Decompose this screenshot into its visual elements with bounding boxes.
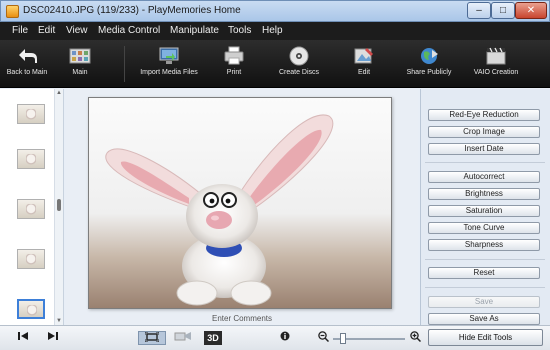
scroll-up-arrow-icon[interactable]: ▲ [56,90,62,96]
import-media-files-label: Import Media Files [140,69,198,76]
saturation-button[interactable]: Saturation [428,205,540,217]
edit-label: Edit [357,69,371,76]
thumbnail-item-selected[interactable] [17,299,45,319]
vaio-creation-label: VAIO Creation [473,69,519,76]
tone-curve-button[interactable]: Tone Curve [428,222,540,234]
edit-pencil-icon [354,48,373,64]
title-bar: DSC02410.JPG (119/233) - PlayMemories Ho… [0,0,550,22]
bottom-toolbar: 3D Hide Edit Tools [0,325,550,350]
window-title: DSC02410.JPG (119/233) - PlayMemories Ho… [23,5,241,16]
enter-comments-field[interactable]: Enter Comments [66,314,418,323]
image-viewer: Enter Comments [66,89,418,325]
create-discs-label: Create Discs [278,69,320,76]
edit-button[interactable]: Edit [346,46,382,76]
autocorrect-button[interactable]: Autocorrect [428,171,540,183]
sharpness-button[interactable]: Sharpness [428,239,540,251]
thumbnail-item[interactable] [17,149,45,169]
thumbnail-item[interactable] [17,199,45,219]
zoom-out-icon[interactable] [316,331,330,345]
menu-view[interactable]: View [66,25,88,36]
bunny-plush-photo [105,114,334,306]
back-to-main-label: Back to Main [6,69,48,76]
menu-help[interactable]: Help [262,25,283,36]
edit-tools-panel: Red-Eye Reduction Crop Image Insert Date… [420,89,550,325]
minimize-button[interactable]: – [467,2,491,19]
last-image-icon[interactable] [44,331,62,345]
thumbnail-item[interactable] [17,104,45,124]
menu-manipulate[interactable]: Manipulate [170,25,219,36]
save-button[interactable]: Save [428,296,540,308]
3d-mode-button[interactable]: 3D [204,331,222,345]
save-as-button[interactable]: Save As [428,313,540,325]
globe-share-icon [421,48,438,64]
disc-icon [289,46,309,66]
menu-bar: File Edit View Media Control Manipulate … [0,22,550,40]
maximize-button[interactable]: □ [491,2,515,19]
thumbnail-item[interactable] [17,249,45,269]
vaio-creation-button[interactable]: VAIO Creation [470,46,522,76]
main-toolbar: Back to Main Main Import Media Files Pri… [0,40,550,88]
slideshow-icon[interactable] [172,331,194,345]
insert-date-button[interactable]: Insert Date [428,143,540,155]
printer-icon [224,46,244,65]
back-arrow-icon [19,49,37,63]
scrollbar-thumb[interactable] [57,199,61,211]
crop-image-button[interactable]: Crop Image [428,126,540,138]
first-image-icon[interactable] [14,331,32,345]
import-media-files-button[interactable]: Import Media Files [138,46,200,76]
menu-tools[interactable]: Tools [228,25,251,36]
brightness-button[interactable]: Brightness [428,188,540,200]
panel-separator [425,259,545,260]
main-label: Main [72,69,88,76]
scroll-down-arrow-icon[interactable]: ▼ [56,318,62,324]
share-publicly-button[interactable]: Share Publicly [404,46,454,76]
panel-separator [425,287,545,288]
print-label: Print [226,69,242,76]
reset-button[interactable]: Reset [428,267,540,279]
film-clapper-icon [486,47,506,65]
print-button[interactable]: Print [218,46,250,76]
photo-display [88,97,392,309]
hide-edit-tools-button[interactable]: Hide Edit Tools [428,329,543,346]
panel-separator [425,162,545,163]
share-publicly-label: Share Publicly [406,69,452,76]
create-discs-button[interactable]: Create Discs [276,46,322,76]
app-icon [6,5,19,18]
menu-media-control[interactable]: Media Control [98,25,160,36]
thumbnail-scrollbar[interactable]: ▲ ▼ [54,89,63,325]
info-icon[interactable] [278,331,292,345]
toolbar-separator [124,46,125,82]
zoom-slider-handle[interactable] [339,333,346,344]
thumbnails-grid-icon [69,48,91,64]
zoom-in-icon[interactable] [408,331,422,345]
import-monitor-icon [159,47,179,64]
fit-to-window-icon[interactable] [138,331,166,345]
close-button[interactable]: ✕ [515,2,547,19]
menu-edit[interactable]: Edit [38,25,55,36]
red-eye-reduction-button[interactable]: Red-Eye Reduction [428,109,540,121]
menu-file[interactable]: File [12,25,28,36]
back-to-main-button[interactable]: Back to Main [4,46,50,76]
main-button[interactable]: Main [62,46,98,76]
